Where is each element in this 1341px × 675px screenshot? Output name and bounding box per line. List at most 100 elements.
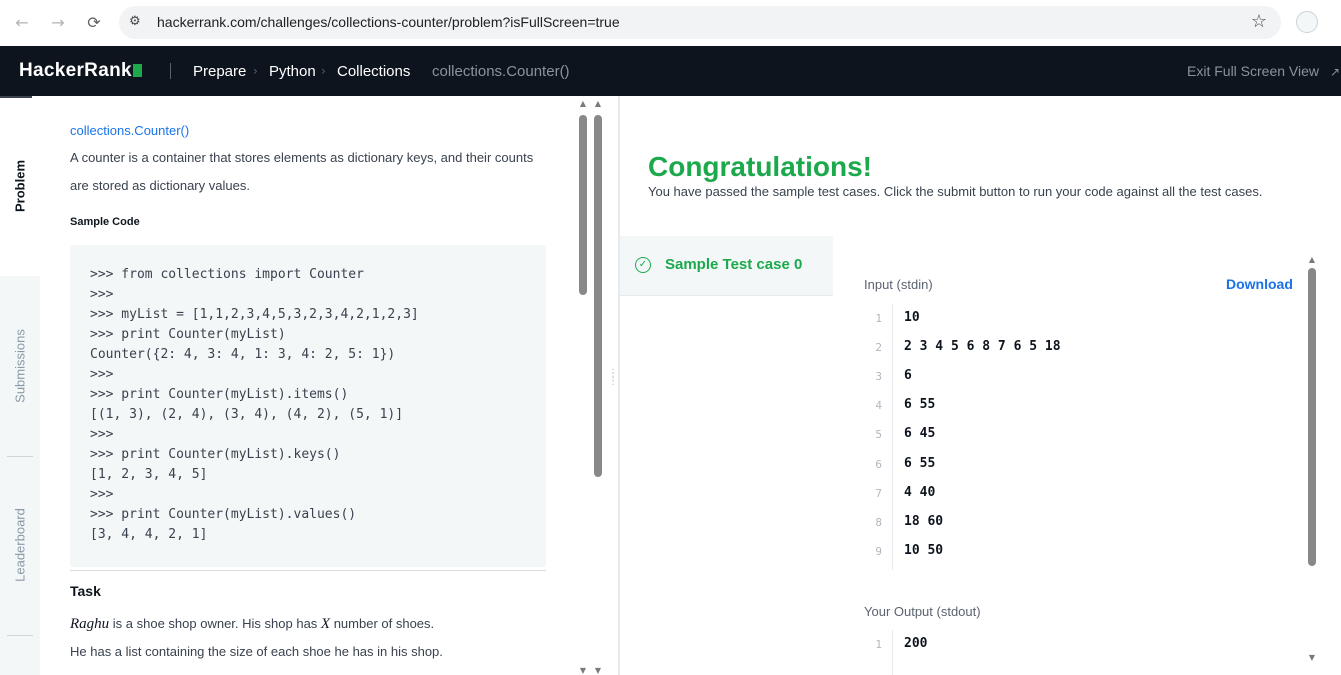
forward-arrow-icon[interactable]: → (45, 9, 71, 35)
scroll-down-arrow-icon[interactable]: ▼ (1307, 654, 1317, 662)
line-value: 6 55 (904, 455, 936, 471)
address-bar[interactable]: ⚙ hackerrank.com/challenges/collections-… (119, 6, 1281, 39)
result-scrollbar[interactable]: ▲ ▼ (1307, 256, 1317, 664)
sample-code-heading: Sample Code (70, 216, 140, 228)
vertical-tabs: Problem Submissions Leaderboard (0, 96, 40, 675)
input-gutter-line (892, 304, 893, 570)
line-number: 6 (875, 457, 882, 471)
passed-message: You have passed the sample test cases. C… (648, 184, 1263, 199)
task-line-2: He has a list containing the size of eac… (70, 644, 443, 659)
tab-leaderboard[interactable]: Leaderboard (13, 508, 28, 582)
code-line: >>> from collections import Counter (90, 267, 364, 282)
code-line: Counter({2: 4, 3: 4, 1: 3, 4: 2, 5: 1}) (90, 347, 396, 362)
line-number: 1 (875, 638, 882, 651)
code-line: >>> (90, 487, 114, 502)
code-line: >>> (90, 427, 114, 442)
hackerrank-header: HackerRank Prepare › Python › Collection… (0, 46, 1341, 96)
line-value: 6 55 (904, 397, 936, 413)
line-value: 6 (904, 368, 912, 384)
math-raghu: Raghu (70, 616, 110, 632)
output-gutter-line (892, 630, 893, 675)
input-label: Input (stdin) (864, 277, 933, 292)
code-line: [(1, 3), (2, 4), (3, 4), (4, 2), (5, 1)] (90, 407, 404, 422)
test-case-tab[interactable]: ✓ Sample Test case 0 (620, 236, 833, 296)
scroll-down-arrow-icon[interactable]: ▼ (578, 667, 588, 675)
line-value: 10 (904, 310, 920, 325)
breadcrumb-chevron-icon: › (321, 64, 326, 78)
line-number: 1 (875, 312, 882, 325)
scrollbar-thumb[interactable] (579, 115, 587, 295)
site-settings-icon[interactable]: ⚙ (129, 14, 145, 30)
drag-handle-icon[interactable]: ⋮ ⋮ ⋮ (608, 369, 618, 387)
url-text[interactable]: hackerrank.com/challenges/collections-co… (157, 14, 620, 30)
breadcrumb-current: collections.Counter() (432, 63, 570, 80)
scrollbar-thumb[interactable] (594, 115, 602, 477)
task-line-1: Raghu is a shoe shop owner. His shop has… (70, 610, 540, 638)
code-line: >>> print Counter(myList).keys() (90, 447, 341, 462)
code-line: [3, 4, 4, 2, 1] (90, 527, 208, 542)
exit-fullscreen-icon[interactable]: ↗ (1330, 65, 1340, 79)
code-line: [1, 2, 3, 4, 5] (90, 467, 208, 482)
line-value: 2 3 4 5 6 8 7 6 5 18 (904, 339, 1061, 355)
line-number: 4 (875, 399, 882, 413)
code-line: >>> print Counter(myList).items() (90, 387, 349, 402)
tab-divider (7, 456, 33, 457)
bookmark-star-icon[interactable]: ☆ (1251, 11, 1267, 32)
line-number: 2 (875, 341, 882, 355)
test-case-label: Sample Test case 0 (665, 256, 803, 273)
back-arrow-icon[interactable]: ← (9, 9, 35, 35)
tab-divider (7, 635, 33, 636)
logo-block-icon (132, 64, 142, 77)
code-line: >>> print Counter(myList) (90, 327, 286, 342)
section-divider (70, 570, 546, 571)
result-panel: Congratulations! You have passed the sam… (620, 96, 1341, 675)
reload-icon[interactable]: ⟳ (81, 9, 107, 35)
outer-scrollbar[interactable]: ▲ ▼ (593, 100, 603, 675)
check-circle-icon: ✓ (635, 257, 651, 273)
profile-avatar-icon[interactable] (1296, 11, 1318, 33)
header-divider (170, 63, 171, 79)
breadcrumb-prepare[interactable]: Prepare (193, 63, 246, 80)
scroll-up-arrow-icon[interactable]: ▲ (578, 100, 588, 108)
code-line: >>> myList = [1,1,2,3,4,5,3,2,3,4,2,1,2,… (90, 307, 419, 322)
scroll-down-arrow-icon[interactable]: ▼ (593, 667, 603, 675)
line-number: 8 (875, 515, 882, 529)
congrats-title: Congratulations! (648, 151, 872, 182)
code-line: >>> print Counter(myList).values() (90, 507, 357, 522)
line-value: 200 (904, 636, 928, 651)
logo-text: HackerRank (19, 60, 132, 81)
breadcrumb-python[interactable]: Python (269, 63, 316, 80)
problem-panel: collections.Counter() A counter is a con… (40, 96, 576, 675)
task-heading: Task (70, 583, 101, 599)
browser-chrome: ← → ⟳ ⚙ hackerrank.com/challenges/collec… (0, 0, 1341, 46)
problem-scrollbar[interactable]: ▲ ▼ (578, 100, 588, 675)
code-line: >>> (90, 287, 114, 302)
line-value: 6 45 (904, 426, 936, 442)
tab-problem[interactable]: Problem (0, 96, 40, 276)
line-value: 4 40 (904, 484, 936, 500)
line-number: 3 (875, 370, 882, 384)
line-value: 10 50 (904, 542, 944, 558)
task-line-1-text: is a shoe shop owner. His shop has (109, 616, 321, 631)
breadcrumb-collections[interactable]: Collections (337, 63, 410, 80)
tab-submissions[interactable]: Submissions (13, 329, 28, 403)
scrollbar-thumb[interactable] (1308, 268, 1316, 566)
tab-problem-label: Problem (12, 159, 28, 213)
scroll-up-arrow-icon[interactable]: ▲ (593, 100, 603, 108)
exit-fullscreen-link[interactable]: Exit Full Screen View (1187, 63, 1319, 79)
problem-doc-link[interactable]: collections.Counter() (70, 123, 189, 138)
breadcrumb-chevron-icon: › (253, 64, 258, 78)
line-number: 5 (875, 428, 882, 442)
output-label: Your Output (stdout) (864, 604, 981, 619)
sample-code-block: >>> from collections import Counter >>> >>… (70, 245, 546, 567)
math-x: X (320, 616, 331, 632)
hackerrank-logo[interactable]: HackerRank (19, 60, 142, 82)
line-value: 18 60 (904, 513, 944, 529)
download-link[interactable]: Download (1226, 276, 1293, 292)
task-line-1-end: number of shoes. (330, 616, 435, 631)
line-number: 7 (875, 486, 882, 500)
line-number: 9 (875, 544, 882, 558)
problem-intro: A counter is a container that stores ele… (70, 150, 534, 193)
code-line: >>> (90, 367, 114, 382)
scroll-up-arrow-icon[interactable]: ▲ (1307, 256, 1317, 264)
